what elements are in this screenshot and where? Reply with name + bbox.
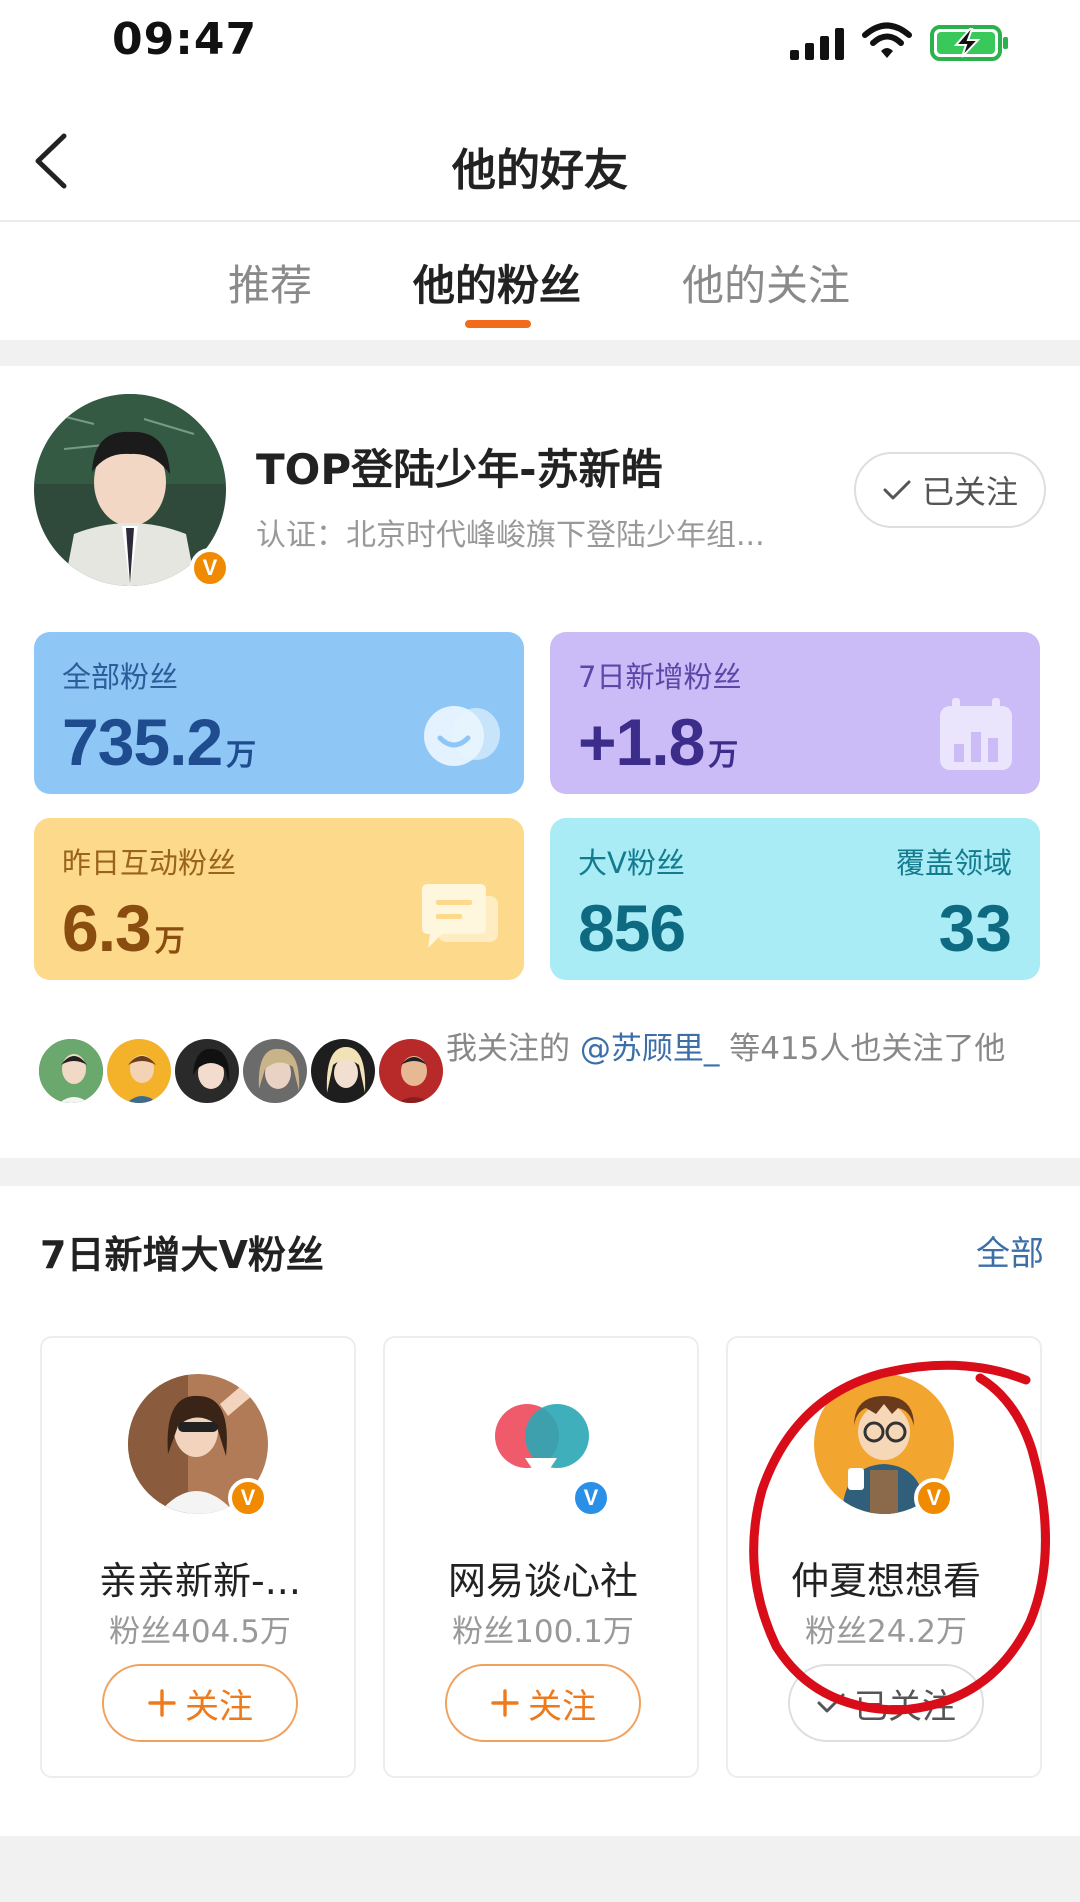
bigv-fans-count: 粉丝404.5万 — [109, 1614, 291, 1650]
nav-bar: 他的好友 — [0, 100, 1080, 222]
cellular-signal-icon — [790, 28, 844, 60]
mutual-avatar[interactable] — [376, 1036, 446, 1106]
battery-charging-icon — [930, 25, 1008, 61]
verified-badge-icon: V — [228, 1478, 268, 1518]
profile-certification: 认证：北京时代峰峻旗下登陆少年组... — [256, 518, 765, 553]
active-tab-indicator — [465, 320, 531, 328]
follow-label: 关注 — [528, 1686, 596, 1727]
card-label: 7日新增粉丝 — [578, 660, 742, 694]
mutual-followers-text[interactable]: 我关注的 @苏顾里_ 等415人也关注了他 — [446, 1030, 1046, 1068]
bigv-card[interactable]: V 仲夏想想看 粉丝24.2万 已关注 — [726, 1336, 1042, 1778]
card-bigv-fans[interactable]: 大V粉丝 覆盖领域 856 33 — [550, 818, 1040, 980]
section-divider — [0, 340, 1080, 366]
bigv-name[interactable]: 仲夏想想看 — [728, 1550, 1044, 1605]
card-interactive-fans[interactable]: 昨日互动粉丝 6.3 万 — [34, 818, 524, 980]
checkmark-icon — [817, 1693, 845, 1713]
card-label: 昨日互动粉丝 — [62, 846, 237, 880]
card-all-fans[interactable]: 全部粉丝 735.2 万 — [34, 632, 524, 794]
card-value: 856 — [578, 891, 686, 965]
view-all-link[interactable]: 全部 — [976, 1226, 1044, 1275]
mutual-avatar[interactable] — [172, 1036, 242, 1106]
card-value: 6.3 万 — [62, 891, 185, 965]
plus-icon — [491, 1689, 519, 1717]
card-label: 大V粉丝 — [578, 846, 685, 880]
section-title: 7日新增大V粉丝 — [40, 1233, 324, 1277]
bigv-card[interactable]: V 网易谈心社 粉丝100.1万 关注 — [383, 1336, 699, 1778]
card-label-coverage: 覆盖领域 — [895, 846, 1012, 880]
mutual-avatar[interactable] — [36, 1036, 106, 1106]
tab-his-following[interactable]: 他的关注 — [682, 252, 850, 313]
verified-badge-icon: V — [571, 1478, 611, 1518]
tab-bar: 推荐 他的粉丝 他的关注 — [0, 222, 1080, 340]
card-label: 全部粉丝 — [62, 660, 179, 694]
card-new-fans-7d[interactable]: 7日新增粉丝 +1.8 万 — [550, 632, 1040, 794]
follow-button[interactable]: 关注 — [445, 1664, 641, 1742]
calendar-chart-icon — [940, 698, 1012, 770]
follow-label: 关注 — [185, 1686, 253, 1727]
smiley-chat-icon — [424, 706, 500, 766]
followed-label: 已关注 — [921, 473, 1018, 511]
followed-button[interactable]: 已关注 — [854, 452, 1046, 528]
profile-name[interactable]: TOP登陆少年-苏新皓 — [256, 436, 663, 497]
card-value: +1.8 万 — [578, 705, 738, 779]
bigv-fans-count: 粉丝24.2万 — [804, 1614, 968, 1650]
verified-badge-icon: V — [190, 548, 230, 588]
status-bar: 09:47 — [0, 0, 1080, 90]
bigv-name[interactable]: 亲亲新新-... — [42, 1550, 358, 1605]
follow-button[interactable]: 关注 — [102, 1664, 298, 1742]
bigv-fans-count: 粉丝100.1万 — [452, 1614, 634, 1650]
checkmark-icon — [883, 480, 911, 500]
verified-badge-icon: V — [914, 1478, 954, 1518]
status-time: 09:47 — [112, 14, 258, 65]
mutual-avatar[interactable] — [308, 1036, 378, 1106]
plus-icon — [148, 1689, 176, 1717]
card-value-coverage: 33 — [938, 891, 1012, 965]
section-divider — [0, 1158, 1080, 1186]
mutual-avatar[interactable] — [240, 1036, 310, 1106]
wifi-icon — [862, 22, 912, 58]
mutual-avatar[interactable] — [104, 1036, 174, 1106]
mutual-user-link[interactable]: @苏顾里_ — [580, 1031, 720, 1067]
page-title: 他的好友 — [452, 145, 628, 196]
tab-recommend[interactable]: 推荐 — [228, 252, 312, 313]
message-bubble-icon — [422, 884, 498, 948]
section-divider — [0, 1836, 1080, 1902]
bigv-name[interactable]: 网易谈心社 — [385, 1550, 701, 1605]
followed-label: 已关注 — [854, 1686, 956, 1727]
card-value: 735.2 万 — [62, 705, 256, 779]
followed-button[interactable]: 已关注 — [788, 1664, 984, 1742]
tab-his-fans[interactable]: 他的粉丝 — [413, 252, 581, 313]
bigv-card[interactable]: V 亲亲新新-... 粉丝404.5万 关注 — [40, 1336, 356, 1778]
